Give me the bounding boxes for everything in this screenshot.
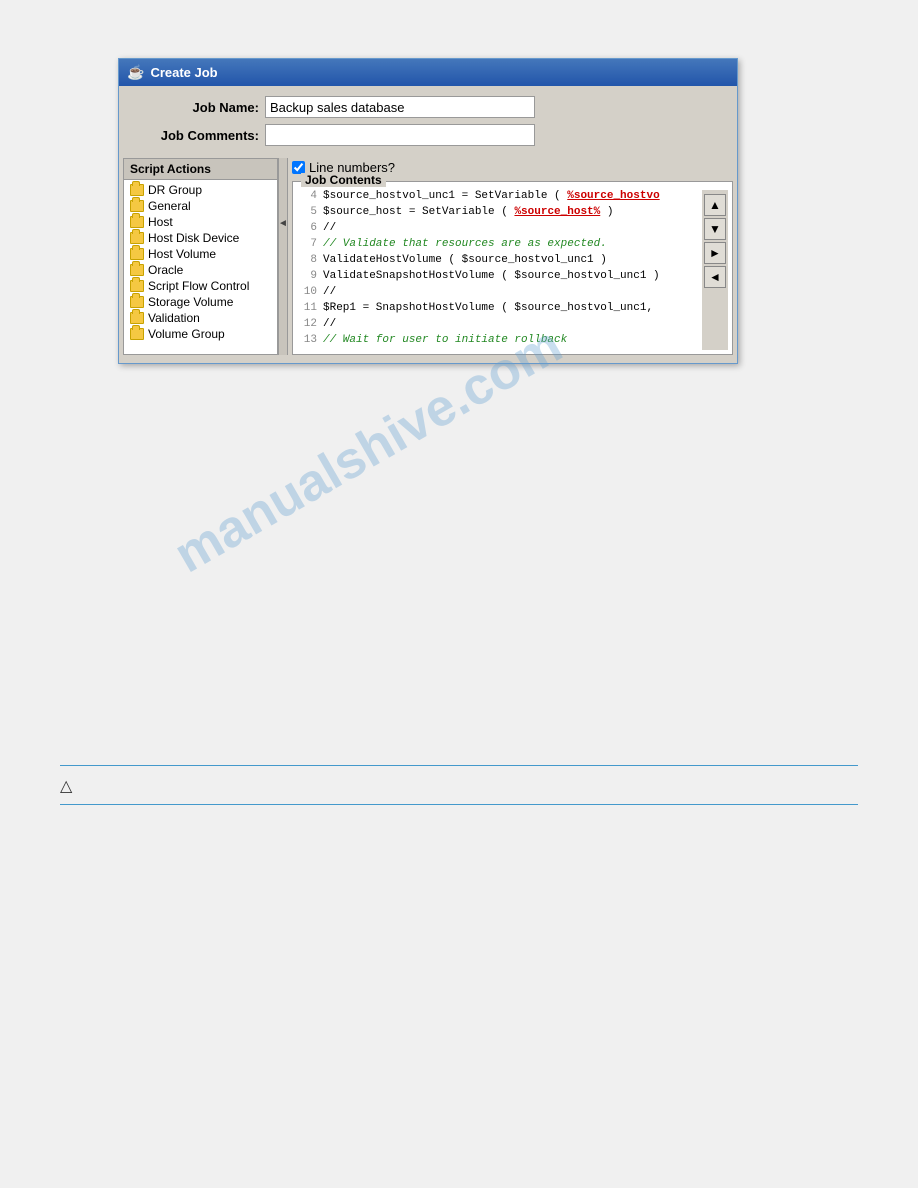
script-action-general[interactable]: General bbox=[124, 198, 277, 214]
warning-line-bottom bbox=[60, 804, 858, 805]
code-line-12: 12 // bbox=[297, 318, 702, 334]
script-action-volume-group[interactable]: Volume Group bbox=[124, 326, 277, 342]
main-content: Script Actions DR Group General Host bbox=[119, 158, 737, 363]
right-panel: Line numbers? Job Contents 4 bbox=[288, 158, 733, 355]
warning-area: △ bbox=[0, 765, 918, 805]
script-actions-list: DR Group General Host Host Disk Dev bbox=[124, 180, 277, 344]
line-num-12: 12 bbox=[297, 318, 317, 330]
folder-icon-host-disk-device bbox=[130, 232, 144, 244]
line-code-11: $Rep1 = SnapshotHostVolume ( $source_hos… bbox=[323, 302, 653, 314]
folder-icon-script-flow-control bbox=[130, 280, 144, 292]
line-code-12: // bbox=[323, 318, 336, 330]
folder-icon-dr-group bbox=[130, 184, 144, 196]
folder-icon-host bbox=[130, 216, 144, 228]
divider-arrow: ◄ bbox=[278, 218, 288, 229]
nav-left-button[interactable]: ◄ bbox=[704, 266, 726, 288]
code-line-6: 6 // bbox=[297, 222, 702, 238]
code-line-7: 7 // Validate that resources are as expe… bbox=[297, 238, 702, 254]
code-line-13: 13 // Wait for user to initiate rollback bbox=[297, 334, 702, 350]
job-name-row: Job Name: bbox=[139, 96, 717, 118]
dialog-title-icon: ☕ bbox=[127, 64, 144, 81]
form-area: Job Name: Job Comments: bbox=[119, 86, 737, 158]
dialog-title: Create Job bbox=[150, 65, 217, 80]
line-code-9: ValidateSnapshotHostVolume ( $source_hos… bbox=[323, 270, 660, 282]
divider-handle[interactable]: ◄ bbox=[278, 158, 288, 355]
page-wrapper: ☕ Create Job Job Name: Job Comments: bbox=[0, 0, 918, 1188]
script-action-label-dr-group: DR Group bbox=[148, 183, 202, 197]
script-action-label-host: Host bbox=[148, 215, 173, 229]
create-job-dialog: ☕ Create Job Job Name: Job Comments: bbox=[118, 58, 738, 364]
job-name-label: Job Name: bbox=[139, 100, 259, 115]
code-line-9: 9 ValidateSnapshotHostVolume ( $source_h… bbox=[297, 270, 702, 286]
warning-icon: △ bbox=[60, 776, 72, 796]
folder-icon-validation bbox=[130, 312, 144, 324]
line-num-6: 6 bbox=[297, 222, 317, 234]
line-code-4: $source_hostvol_unc1 = SetVariable ( %so… bbox=[323, 190, 660, 202]
line-code-6: // bbox=[323, 222, 336, 234]
line-num-7: 7 bbox=[297, 238, 317, 250]
code-content[interactable]: 4 $source_hostvol_unc1 = SetVariable ( %… bbox=[297, 190, 702, 350]
line-code-5: $source_host = SetVariable ( %source_hos… bbox=[323, 206, 613, 218]
script-action-label-storage-volume: Storage Volume bbox=[148, 295, 233, 309]
line-num-11: 11 bbox=[297, 302, 317, 314]
script-action-oracle[interactable]: Oracle bbox=[124, 262, 277, 278]
job-name-input[interactable] bbox=[265, 96, 535, 118]
dialog-titlebar: ☕ Create Job bbox=[119, 59, 737, 86]
script-action-script-flow-control[interactable]: Script Flow Control bbox=[124, 278, 277, 294]
script-action-label-volume-group: Volume Group bbox=[148, 327, 225, 341]
code-line-10: 10 // bbox=[297, 286, 702, 302]
nav-right-button[interactable]: ► bbox=[704, 242, 726, 264]
script-action-host-volume[interactable]: Host Volume bbox=[124, 246, 277, 262]
code-line-5: 5 $source_host = SetVariable ( %source_h… bbox=[297, 206, 702, 222]
code-line-11: 11 $Rep1 = SnapshotHostVolume ( $source_… bbox=[297, 302, 702, 318]
job-comments-row: Job Comments: bbox=[139, 124, 717, 146]
folder-icon-general bbox=[130, 200, 144, 212]
nav-arrows: ▲ ▼ ► ◄ bbox=[702, 190, 728, 350]
code-line-4: 4 $source_hostvol_unc1 = SetVariable ( %… bbox=[297, 190, 702, 206]
script-action-label-oracle: Oracle bbox=[148, 263, 183, 277]
script-action-dr-group[interactable]: DR Group bbox=[124, 182, 277, 198]
script-action-label-host-disk-device: Host Disk Device bbox=[148, 231, 239, 245]
line-code-13: // Wait for user to initiate rollback bbox=[323, 334, 567, 346]
line-code-10: // bbox=[323, 286, 336, 298]
dialog-body: Job Name: Job Comments: Script Actions bbox=[119, 86, 737, 363]
code-panel: 4 $source_hostvol_unc1 = SetVariable ( %… bbox=[297, 190, 728, 350]
script-action-label-validation: Validation bbox=[148, 311, 200, 325]
script-action-validation[interactable]: Validation bbox=[124, 310, 277, 326]
folder-icon-volume-group bbox=[130, 328, 144, 340]
job-contents-group: Job Contents 4 $source_hostvol_unc1 = Se… bbox=[292, 181, 733, 355]
job-comments-input[interactable] bbox=[265, 124, 535, 146]
job-contents-legend: Job Contents bbox=[301, 173, 386, 187]
warning-content: △ bbox=[60, 770, 858, 800]
line-num-5: 5 bbox=[297, 206, 317, 218]
line-code-7: // Validate that resources are as expect… bbox=[323, 238, 607, 250]
folder-icon-host-volume bbox=[130, 248, 144, 260]
folder-icon-storage-volume bbox=[130, 296, 144, 308]
job-contents-inner: 4 $source_hostvol_unc1 = SetVariable ( %… bbox=[293, 182, 732, 354]
line-code-8: ValidateHostVolume ( $source_hostvol_unc… bbox=[323, 254, 607, 266]
nav-up-button[interactable]: ▲ bbox=[704, 194, 726, 216]
script-action-label-general: General bbox=[148, 199, 191, 213]
line-num-10: 10 bbox=[297, 286, 317, 298]
warning-line-top bbox=[60, 765, 858, 766]
script-actions-panel: Script Actions DR Group General Host bbox=[123, 158, 278, 355]
line-num-8: 8 bbox=[297, 254, 317, 266]
folder-icon-oracle bbox=[130, 264, 144, 276]
nav-down-button[interactable]: ▼ bbox=[704, 218, 726, 240]
script-action-label-script-flow-control: Script Flow Control bbox=[148, 279, 249, 293]
script-actions-header: Script Actions bbox=[124, 159, 277, 180]
job-comments-label: Job Comments: bbox=[139, 128, 259, 143]
code-line-8: 8 ValidateHostVolume ( $source_hostvol_u… bbox=[297, 254, 702, 270]
script-action-label-host-volume: Host Volume bbox=[148, 247, 216, 261]
line-num-13: 13 bbox=[297, 334, 317, 346]
line-num-4: 4 bbox=[297, 190, 317, 202]
script-action-host-disk-device[interactable]: Host Disk Device bbox=[124, 230, 277, 246]
script-action-storage-volume[interactable]: Storage Volume bbox=[124, 294, 277, 310]
script-action-host[interactable]: Host bbox=[124, 214, 277, 230]
line-num-9: 9 bbox=[297, 270, 317, 282]
